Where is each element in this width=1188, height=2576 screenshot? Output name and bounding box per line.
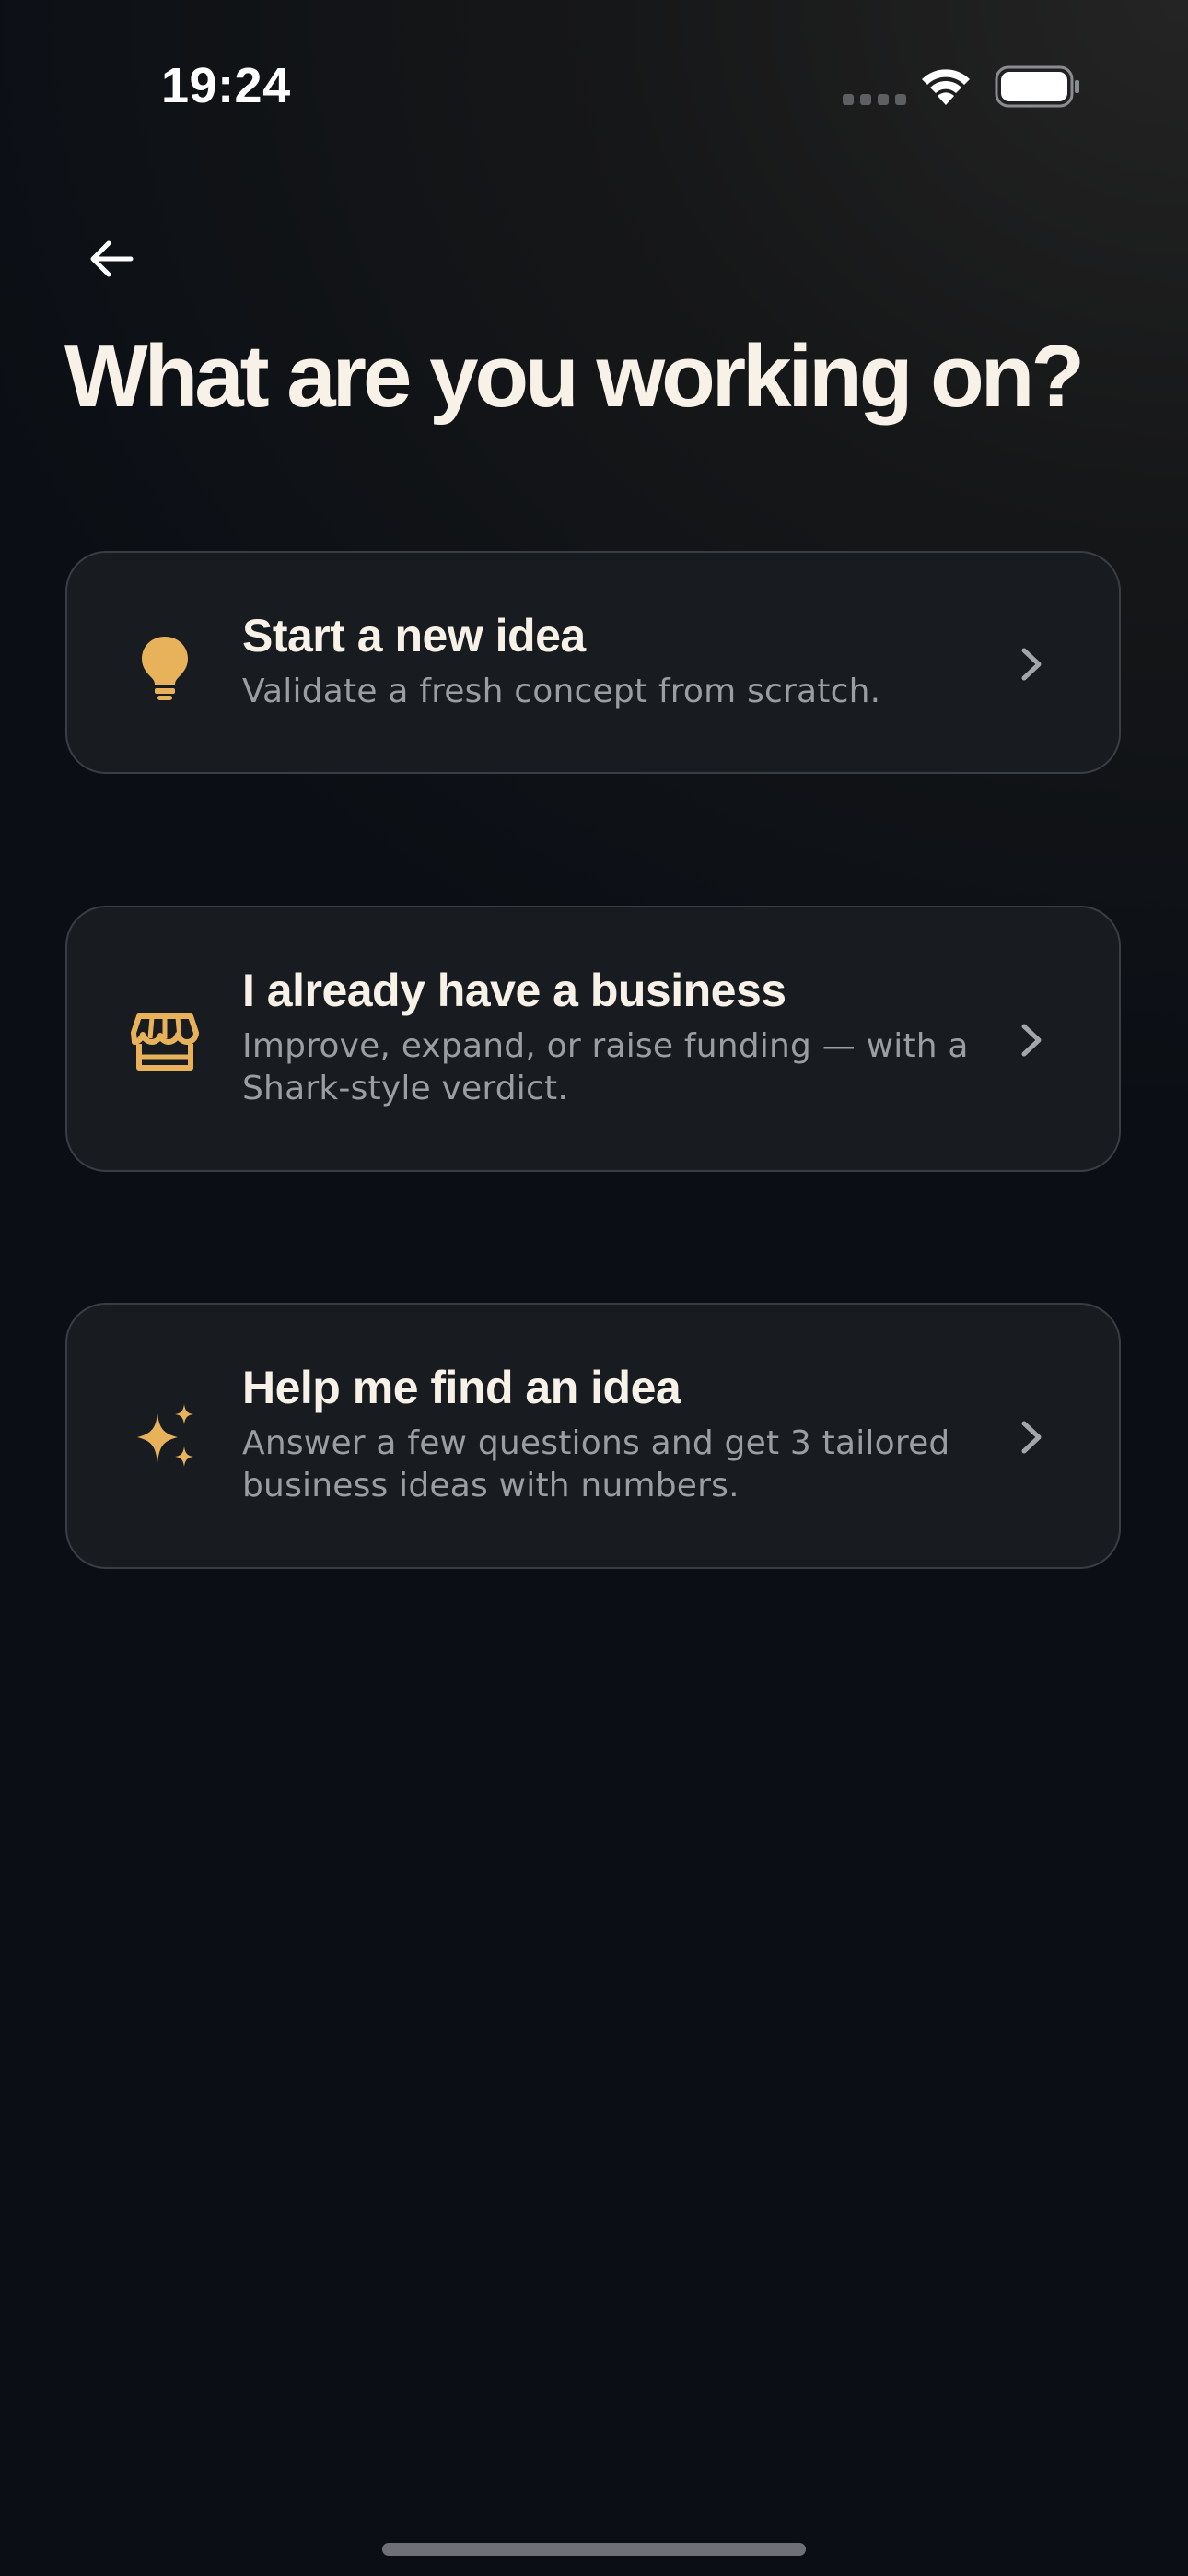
- cellular-signal-icon: [843, 94, 906, 105]
- chevron-right-icon: [1021, 1024, 1042, 1057]
- page-title: What are you working on?: [64, 327, 1085, 426]
- card-text: Start a new idea Validate a fresh concep…: [242, 608, 990, 713]
- option-find-idea[interactable]: Help me find an idea Answer a few questi…: [65, 1303, 1121, 1569]
- storefront-icon: [126, 1001, 204, 1079]
- back-button[interactable]: [85, 217, 138, 300]
- option-existing-business[interactable]: I already have a business Improve, expan…: [65, 906, 1121, 1172]
- option-start-new-idea[interactable]: Start a new idea Validate a fresh concep…: [65, 551, 1121, 774]
- card-description: Answer a few questions and get 3 tailore…: [242, 1424, 950, 1505]
- card-text: I already have a business Improve, expan…: [242, 963, 990, 1110]
- sparkles-icon: [126, 1399, 204, 1476]
- home-indicator[interactable]: [382, 2543, 806, 2556]
- wifi-icon: [922, 69, 970, 105]
- card-description: Validate a fresh concept from scratch.: [242, 673, 881, 710]
- chevron-right-icon: [1021, 648, 1042, 681]
- card-title: Help me find an idea: [242, 1362, 681, 1413]
- card-title: Start a new idea: [242, 610, 586, 662]
- status-bar: 19:24: [0, 0, 1188, 175]
- status-time: 19:24: [161, 58, 291, 113]
- lightbulb-icon: [126, 626, 204, 703]
- chevron-right-icon: [1021, 1421, 1042, 1454]
- card-description: Improve, expand, or raise funding — with…: [242, 1027, 969, 1107]
- battery-icon: [995, 65, 1079, 108]
- card-text: Help me find an idea Answer a few questi…: [242, 1360, 990, 1507]
- arrow-left-icon: [90, 240, 134, 277]
- card-title: I already have a business: [242, 965, 786, 1016]
